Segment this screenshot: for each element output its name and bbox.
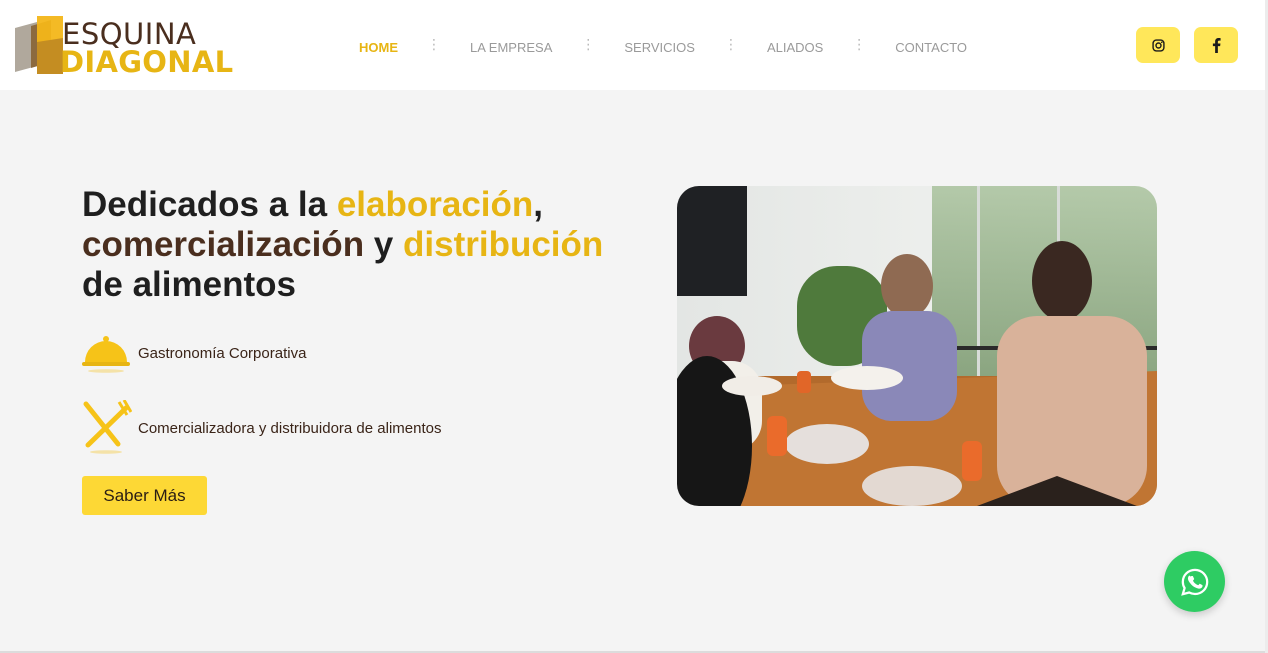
hero-title-end: de alimentos bbox=[82, 265, 296, 304]
logo[interactable]: ESQUINA DIAGONAL bbox=[15, 16, 234, 79]
feature-label: Gastronomía Corporativa bbox=[138, 344, 307, 362]
nav-item-aliados[interactable]: ALIADOS bbox=[767, 40, 823, 55]
cloche-icon bbox=[82, 325, 132, 381]
whatsapp-button[interactable] bbox=[1164, 551, 1225, 612]
main-nav: HOME ⋮ LA EMPRESA ⋮ SERVICIOS ⋮ ALIADOS … bbox=[340, 36, 967, 56]
saber-mas-button[interactable]: Saber Más bbox=[82, 476, 207, 515]
hero-title-text: Dedicados a la bbox=[82, 185, 337, 224]
nav-item-servicios[interactable]: SERVICIOS bbox=[624, 40, 695, 55]
nav-item-home[interactable]: HOME bbox=[359, 40, 398, 55]
nav-separator: ⋮ bbox=[852, 36, 867, 52]
facebook-icon bbox=[1212, 37, 1221, 53]
instagram-button[interactable] bbox=[1136, 27, 1180, 63]
hero-photo bbox=[677, 186, 1157, 506]
whatsapp-icon bbox=[1180, 568, 1208, 596]
nav-separator: ⋮ bbox=[581, 36, 596, 52]
nav-item-la-empresa[interactable]: LA EMPRESA bbox=[470, 40, 552, 55]
hero-highlight-elaboracion: elaboración bbox=[336, 185, 534, 224]
facebook-button[interactable] bbox=[1194, 27, 1238, 63]
feature-gastronomia: Gastronomía Corporativa bbox=[82, 325, 306, 381]
hero-title-comma: , bbox=[533, 185, 544, 224]
instagram-icon bbox=[1151, 38, 1165, 52]
hero-highlight-comercializacion: comercialización bbox=[82, 225, 365, 264]
feature-comercializadora: Comercializadora y distribuidora de alim… bbox=[82, 400, 441, 456]
logo-text-bottom: DIAGONAL bbox=[60, 45, 234, 79]
nav-separator: ⋮ bbox=[723, 36, 738, 52]
fork-knife-icon bbox=[82, 400, 132, 456]
nav-item-contacto[interactable]: CONTACTO bbox=[895, 40, 967, 55]
hero-title-and: y bbox=[364, 225, 403, 264]
logo-mark-icon bbox=[15, 16, 63, 74]
feature-label: Comercializadora y distribuidora de alim… bbox=[138, 419, 442, 437]
hero-highlight-distribucion: distribución bbox=[403, 225, 604, 264]
hero-title: Dedicados a la elaboración, comercializa… bbox=[82, 185, 642, 305]
nav-separator: ⋮ bbox=[427, 36, 441, 52]
site-header: ESQUINA DIAGONAL HOME ⋮ LA EMPRESA ⋮ SER… bbox=[0, 0, 1265, 90]
